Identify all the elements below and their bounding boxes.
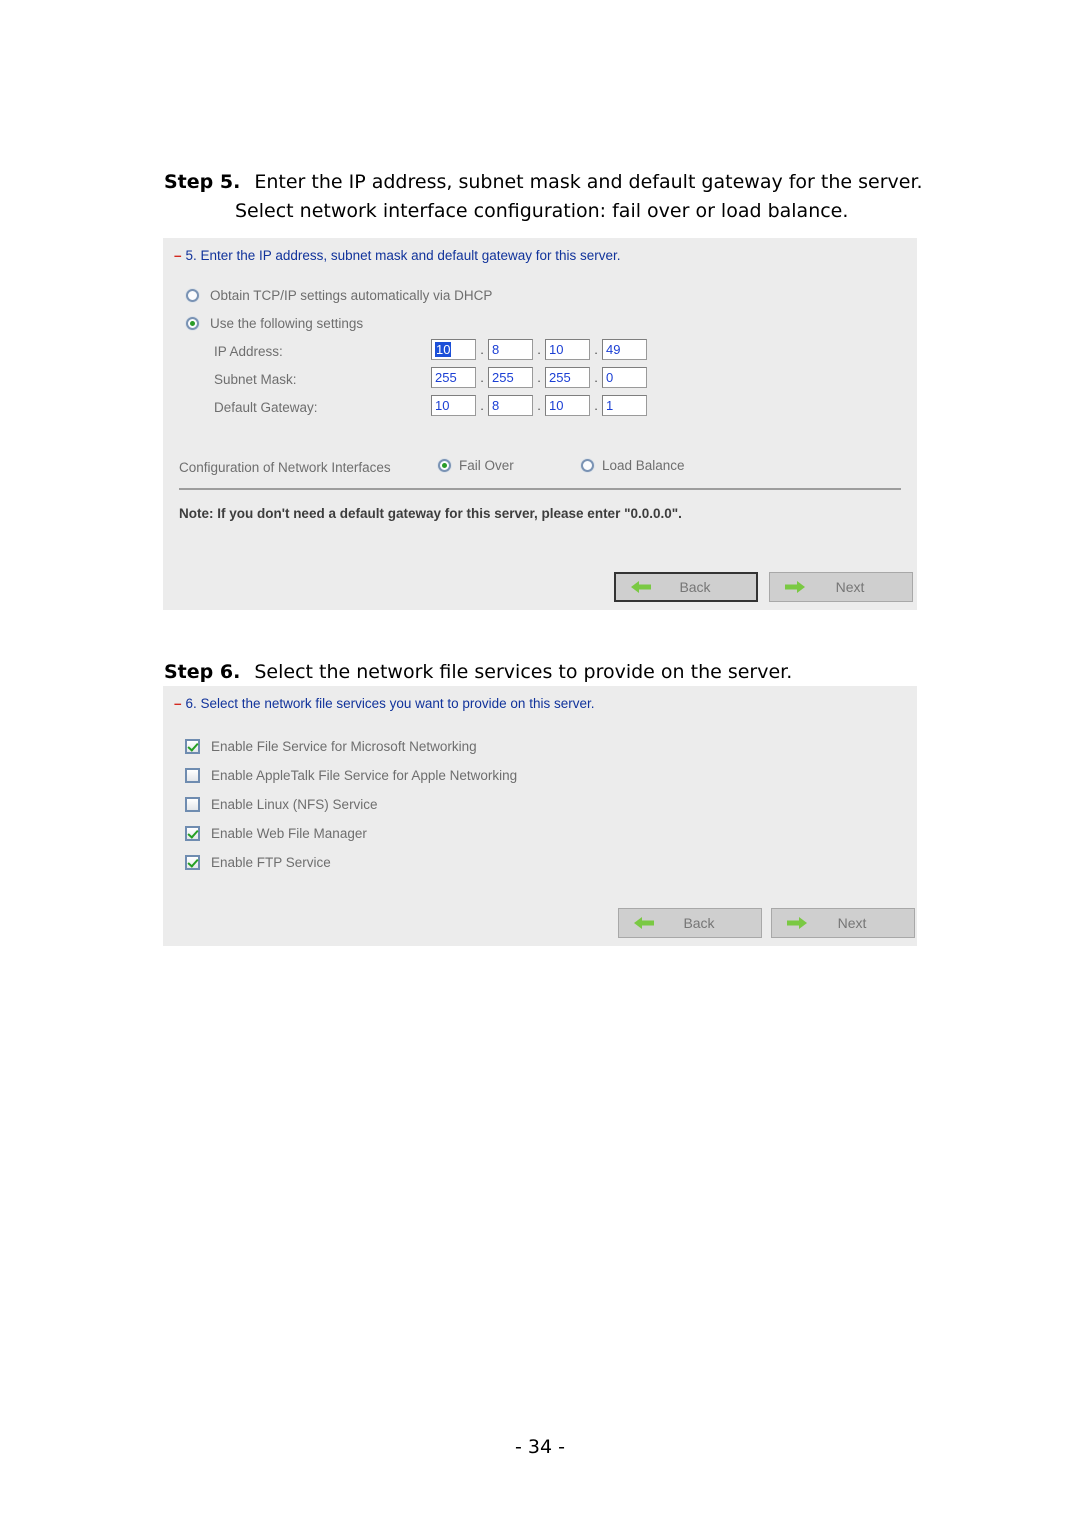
radio-load-balance-label: Load Balance bbox=[602, 458, 685, 473]
subnet-mask-octets: 255 . 255 . 255 . 0 bbox=[431, 367, 647, 388]
checkbox-microsoft-networking-icon[interactable] bbox=[185, 739, 200, 754]
checkbox-nfs-icon[interactable] bbox=[185, 797, 200, 812]
ip-address-label: IP Address: bbox=[214, 344, 283, 359]
checkbox-web-file-manager-icon[interactable] bbox=[185, 826, 200, 841]
subnet-mask-octet-2[interactable]: 255 bbox=[488, 367, 533, 388]
checkbox-appletalk-icon[interactable] bbox=[185, 768, 200, 783]
step6-text: Select the network file services to prov… bbox=[254, 661, 793, 683]
ip-address-octet-1[interactable]: 10 bbox=[431, 339, 476, 360]
ip-address-octets: 10 . 8 . 10 . 49 bbox=[431, 339, 647, 360]
step6-panel-title: –6. Select the network file services you… bbox=[174, 696, 594, 711]
default-gateway-octet-4[interactable]: 1 bbox=[602, 395, 647, 416]
default-gateway-label: Default Gateway: bbox=[214, 400, 318, 415]
radio-fail-over-label: Fail Over bbox=[459, 458, 514, 473]
octet-dot: . bbox=[480, 370, 484, 385]
arrow-right-icon bbox=[787, 917, 807, 929]
arrow-right-icon bbox=[785, 581, 805, 593]
step5-subtext: Select network interface configuration: … bbox=[235, 200, 849, 222]
radio-dhcp-icon[interactable] bbox=[186, 289, 199, 302]
checkbox-microsoft-networking-label: Enable File Service for Microsoft Networ… bbox=[211, 739, 477, 754]
step6-next-button[interactable]: Next bbox=[771, 908, 915, 938]
checkbox-appletalk-label: Enable AppleTalk File Service for Apple … bbox=[211, 768, 518, 783]
step5-text: Enter the IP address, subnet mask and de… bbox=[254, 171, 923, 193]
arrow-left-icon bbox=[634, 917, 654, 929]
step6-heading: Step 6. Select the network file services… bbox=[164, 658, 792, 687]
octet-dot: . bbox=[594, 370, 598, 385]
checkbox-ftp-icon[interactable] bbox=[185, 855, 200, 870]
radio-dhcp[interactable]: Obtain TCP/IP settings automatically via… bbox=[186, 288, 492, 303]
ip-address-octet-3[interactable]: 10 bbox=[545, 339, 590, 360]
step6-back-button[interactable]: Back bbox=[618, 908, 762, 938]
arrow-left-icon bbox=[631, 581, 651, 593]
default-gateway-octet-2[interactable]: 8 bbox=[488, 395, 533, 416]
checkbox-ftp-label: Enable FTP Service bbox=[211, 855, 331, 870]
subnet-mask-octet-1[interactable]: 255 bbox=[431, 367, 476, 388]
octet-dot: . bbox=[594, 342, 598, 357]
panel-title-dash-icon: – bbox=[174, 248, 182, 263]
panel-title-dash-icon: – bbox=[174, 696, 182, 711]
radio-fail-over-icon[interactable] bbox=[438, 459, 451, 472]
step5-back-label: Back bbox=[679, 579, 711, 595]
step6-label: Step 6. bbox=[164, 661, 241, 683]
octet-dot: . bbox=[537, 398, 541, 413]
radio-load-balance[interactable]: Load Balance bbox=[581, 458, 685, 473]
radio-fail-over[interactable]: Fail Over bbox=[438, 458, 514, 473]
ip-address-octet-2[interactable]: 8 bbox=[488, 339, 533, 360]
radio-manual[interactable]: Use the following settings bbox=[186, 316, 363, 331]
step6-next-label: Next bbox=[837, 915, 867, 931]
radio-load-balance-icon[interactable] bbox=[581, 459, 594, 472]
checkbox-ftp[interactable]: Enable FTP Service bbox=[185, 855, 331, 870]
octet-dot: . bbox=[594, 398, 598, 413]
step5-heading: Step 5. Enter the IP address, subnet mas… bbox=[164, 168, 923, 197]
ip-address-octet-4[interactable]: 49 bbox=[602, 339, 647, 360]
checkbox-web-file-manager-label: Enable Web File Manager bbox=[211, 826, 367, 841]
panel-title-text: 6. Select the network file services you … bbox=[185, 696, 595, 711]
subnet-mask-octet-3[interactable]: 255 bbox=[545, 367, 590, 388]
radio-dhcp-label: Obtain TCP/IP settings automatically via… bbox=[210, 288, 493, 303]
octet-dot: . bbox=[537, 370, 541, 385]
step5-next-label: Next bbox=[835, 579, 865, 595]
default-gateway-octet-1[interactable]: 10 bbox=[431, 395, 476, 416]
subnet-mask-label: Subnet Mask: bbox=[214, 372, 297, 387]
step5-label: Step 5. bbox=[164, 171, 241, 193]
ip-address-octet-1-value: 10 bbox=[435, 342, 452, 357]
default-gateway-octet-3[interactable]: 10 bbox=[545, 395, 590, 416]
checkbox-web-file-manager[interactable]: Enable Web File Manager bbox=[185, 826, 367, 841]
panel-separator bbox=[179, 488, 901, 490]
step5-panel: –5. Enter the IP address, subnet mask an… bbox=[163, 238, 917, 610]
network-interfaces-label: Configuration of Network Interfaces bbox=[179, 460, 391, 475]
checkbox-nfs[interactable]: Enable Linux (NFS) Service bbox=[185, 797, 378, 812]
page-number: - 34 - bbox=[515, 1436, 565, 1458]
default-gateway-octets: 10 . 8 . 10 . 1 bbox=[431, 395, 647, 416]
checkbox-appletalk[interactable]: Enable AppleTalk File Service for Apple … bbox=[185, 768, 517, 783]
octet-dot: . bbox=[480, 398, 484, 413]
step5-back-button[interactable]: Back bbox=[614, 572, 758, 602]
step6-panel: –6. Select the network file services you… bbox=[163, 686, 917, 946]
checkbox-nfs-label: Enable Linux (NFS) Service bbox=[211, 797, 378, 812]
step5-panel-title: –5. Enter the IP address, subnet mask an… bbox=[174, 248, 621, 263]
panel-title-text: 5. Enter the IP address, subnet mask and… bbox=[185, 248, 621, 263]
step6-back-label: Back bbox=[683, 915, 715, 931]
gateway-note: Note: If you don't need a default gatewa… bbox=[179, 506, 682, 521]
radio-manual-icon[interactable] bbox=[186, 317, 199, 330]
radio-manual-label: Use the following settings bbox=[210, 316, 364, 331]
step5-next-button[interactable]: Next bbox=[769, 572, 913, 602]
checkbox-microsoft-networking[interactable]: Enable File Service for Microsoft Networ… bbox=[185, 739, 477, 754]
octet-dot: . bbox=[537, 342, 541, 357]
subnet-mask-octet-4[interactable]: 0 bbox=[602, 367, 647, 388]
octet-dot: . bbox=[480, 342, 484, 357]
